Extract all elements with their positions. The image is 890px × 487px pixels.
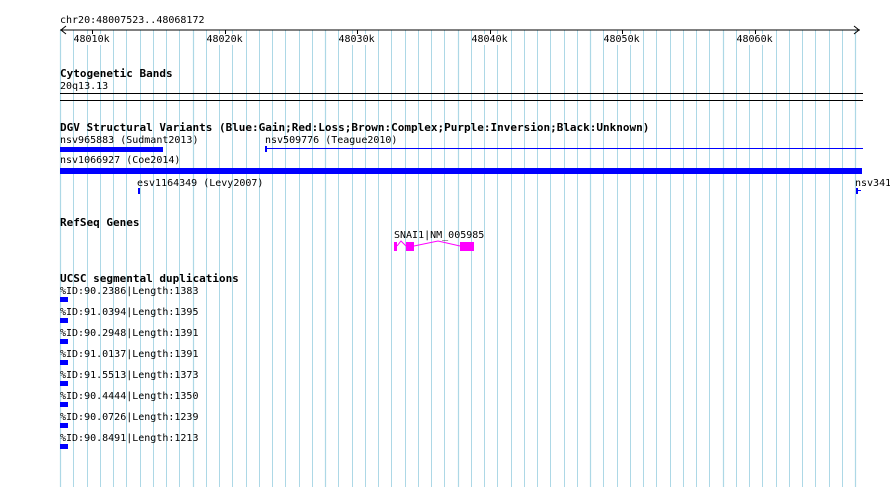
segdup-item-label[interactable]: %ID:91.5513|Length:1373 [60, 370, 198, 381]
segdup-item-bar[interactable] [60, 339, 68, 344]
segdup-item-bar[interactable] [60, 297, 68, 302]
refseq-exon [460, 242, 474, 251]
dgv-feature-line[interactable] [857, 190, 861, 191]
dgv-feature-label[interactable]: nsv509776 (Teague2010) [265, 135, 397, 146]
dgv-feature-tick[interactable] [138, 188, 140, 194]
dgv-feature-bar[interactable] [60, 168, 862, 174]
segdup-item-bar[interactable] [60, 381, 68, 386]
refseq-exon [406, 242, 414, 251]
genome-browser-panel[interactable]: chr20:48007523..48068172 48010k 48020k 480… [0, 0, 890, 487]
cytoband-track-title: Cytogenetic Bands [60, 67, 173, 80]
dgv-feature-label[interactable]: nsv341 [855, 178, 890, 189]
ruler-ticks [92, 30, 756, 36]
segdup-item-label[interactable]: %ID:90.8491|Length:1213 [60, 433, 198, 444]
segdup-item-label[interactable]: %ID:90.4444|Length:1350 [60, 391, 198, 402]
segdup-item-label[interactable]: %ID:91.0137|Length:1391 [60, 349, 198, 360]
refseq-intron [413, 240, 461, 247]
segdup-item-bar[interactable] [60, 318, 68, 323]
ruler-tick-label: 48040k [471, 34, 508, 45]
refseq-exon [394, 242, 397, 251]
refseq-gene-model[interactable] [390, 240, 480, 254]
ruler-tick-label: 48010k [73, 34, 110, 45]
dgv-feature-label[interactable]: esv1164349 (Levy2007) [137, 178, 263, 189]
dgv-feature-tick[interactable] [856, 188, 858, 194]
segdup-item-bar[interactable] [60, 444, 68, 449]
ruler-tick-label: 48020k [206, 34, 243, 45]
dgv-feature-line[interactable] [266, 148, 863, 149]
segdup-track-title: UCSC segmental duplications [60, 272, 239, 285]
segdup-item-label[interactable]: %ID:90.2948|Length:1391 [60, 328, 198, 339]
ruler-tick-label: 48030k [338, 34, 375, 45]
cytoband-band-bottom-line[interactable] [60, 100, 863, 101]
segdup-item-label[interactable]: %ID:90.2386|Length:1383 [60, 286, 198, 297]
dgv-feature-label[interactable]: nsv1066927 (Coe2014) [60, 155, 180, 166]
segdup-item-label[interactable]: %ID:91.0394|Length:1395 [60, 307, 198, 318]
dgv-feature-bar[interactable] [60, 147, 163, 152]
dgv-feature-label[interactable]: nsv965883 (Sudmant2013) [60, 135, 198, 146]
dgv-feature-tick[interactable] [265, 146, 267, 152]
cytoband-label[interactable]: 20q13.13 [60, 81, 108, 92]
segdup-item-bar[interactable] [60, 360, 68, 365]
ruler-tick-label: 48050k [603, 34, 640, 45]
dgv-track-title: DGV Structural Variants (Blue:Gain;Red:L… [60, 121, 650, 134]
segdup-item-label[interactable]: %ID:90.0726|Length:1239 [60, 412, 198, 423]
segdup-item-bar[interactable] [60, 402, 68, 407]
segdup-item-bar[interactable] [60, 423, 68, 428]
ruler-tick-label: 48060k [736, 34, 773, 45]
refseq-track-title: RefSeq Genes [60, 216, 140, 229]
refseq-intron [396, 240, 407, 247]
cytoband-band-top-line[interactable] [60, 93, 863, 94]
